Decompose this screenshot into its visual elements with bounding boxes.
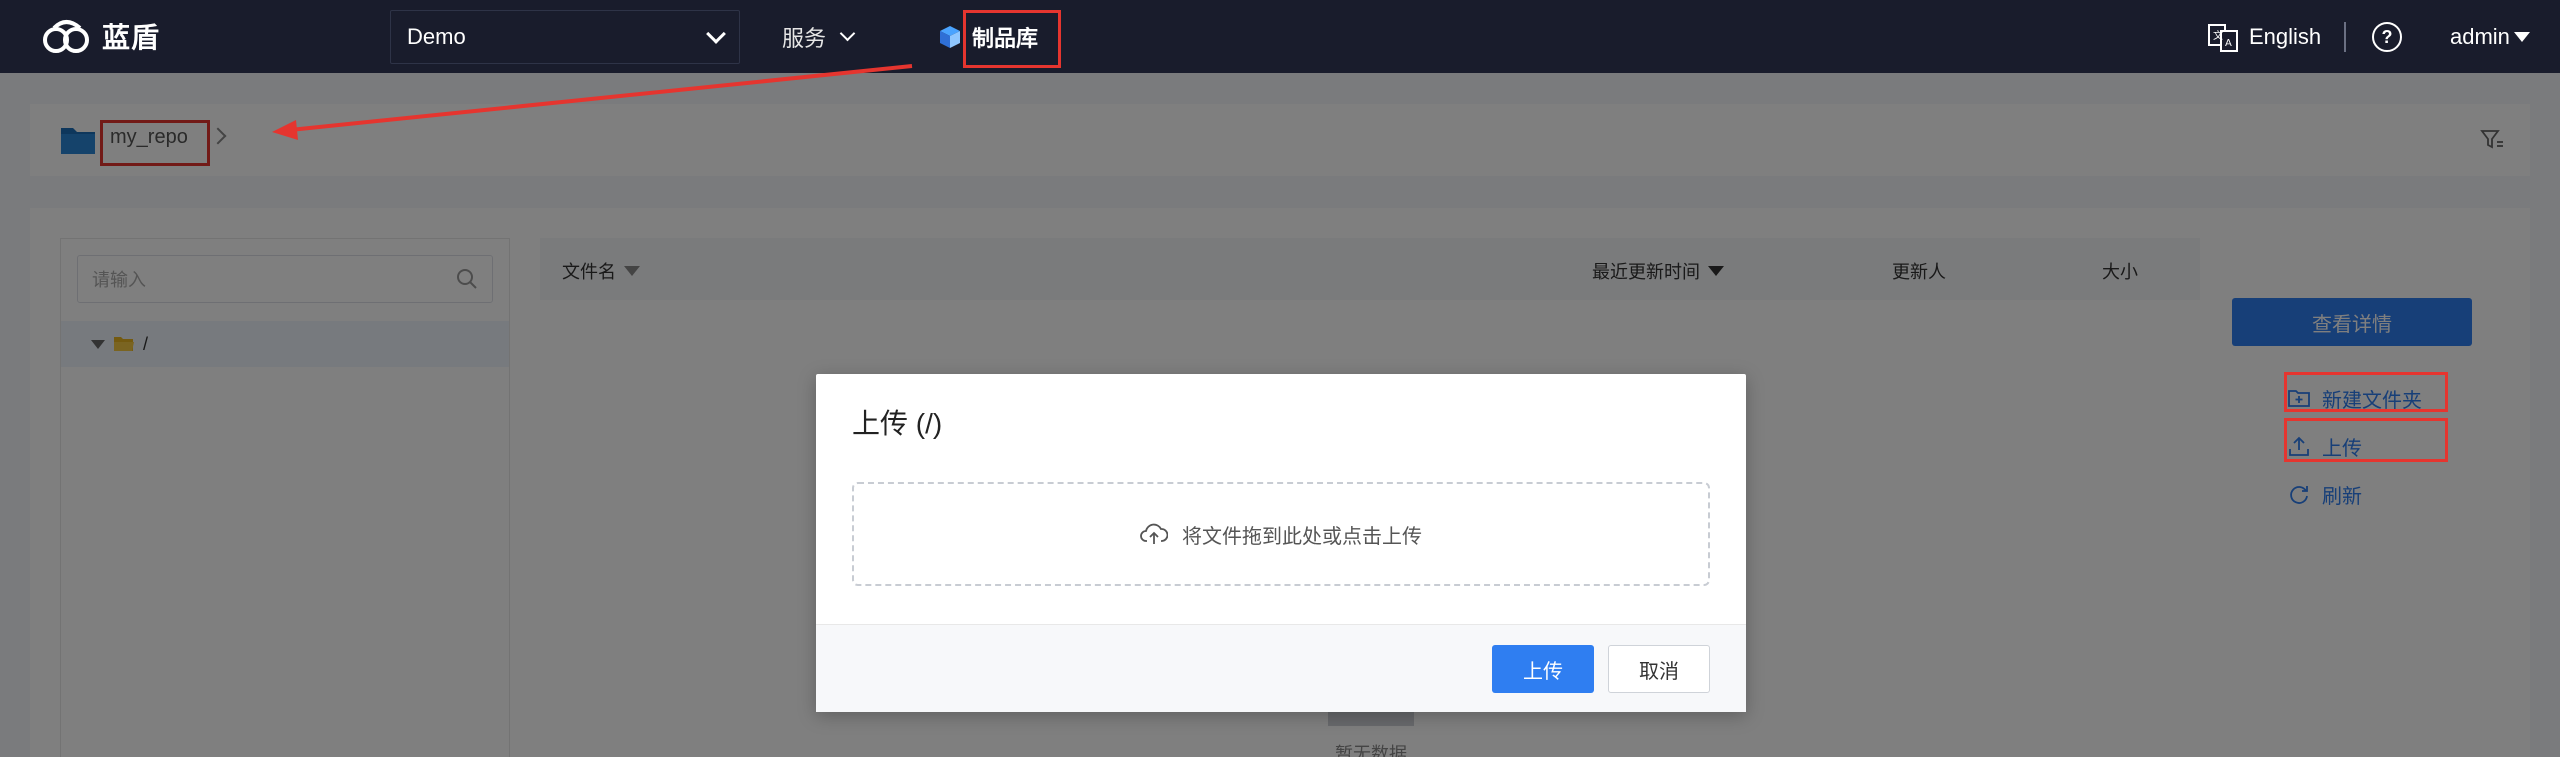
dialog-title: 上传 (/) — [852, 408, 943, 439]
annotation-highlight-box — [2284, 418, 2448, 462]
svg-text:文: 文 — [2213, 29, 2223, 42]
project-select[interactable]: Demo — [390, 10, 740, 64]
dropzone-text: 将文件拖到此处或点击上传 — [1182, 525, 1422, 548]
project-select-value: Demo — [407, 24, 466, 49]
user-name: admin — [2450, 24, 2510, 49]
chevron-down-icon — [706, 23, 726, 44]
chevron-down-icon — [839, 25, 856, 41]
annotation-highlight-box — [2284, 372, 2448, 412]
dialog-footer: 上传 取消 — [816, 624, 1746, 712]
language-label: English — [2249, 24, 2322, 49]
translate-icon: 文 A — [2208, 24, 2238, 52]
upload-dropzone[interactable]: 将文件拖到此处或点击上传 — [852, 482, 1710, 586]
dialog-upload-button[interactable]: 上传 — [1492, 645, 1594, 693]
svg-text:A: A — [2225, 38, 2232, 49]
nav-services-label: 服务 — [782, 25, 827, 51]
help-icon[interactable]: ? — [2372, 22, 2402, 52]
cloud-upload-icon — [1140, 523, 1168, 544]
user-menu[interactable]: admin — [2450, 18, 2530, 56]
nav-divider — [2344, 22, 2346, 52]
language-switch[interactable]: 文 A English — [2207, 18, 2321, 56]
top-navbar: 蓝盾 Demo 服务 制品库 文 A English ? admin — [0, 0, 2560, 73]
annotation-highlight-box — [963, 10, 1061, 68]
caret-down-icon — [2513, 32, 2530, 42]
dialog-cancel-button[interactable]: 取消 — [1608, 645, 1710, 693]
artifact-repo-icon — [940, 25, 960, 48]
bluekings-logo-icon — [43, 20, 89, 53]
logo[interactable]: 蓝盾 — [40, 14, 160, 58]
upload-dialog: 上传 (/) 将文件拖到此处或点击上传 上传 取消 — [816, 374, 1746, 712]
logo-text: 蓝盾 — [102, 22, 161, 53]
nav-services[interactable]: 服务 — [782, 0, 856, 73]
